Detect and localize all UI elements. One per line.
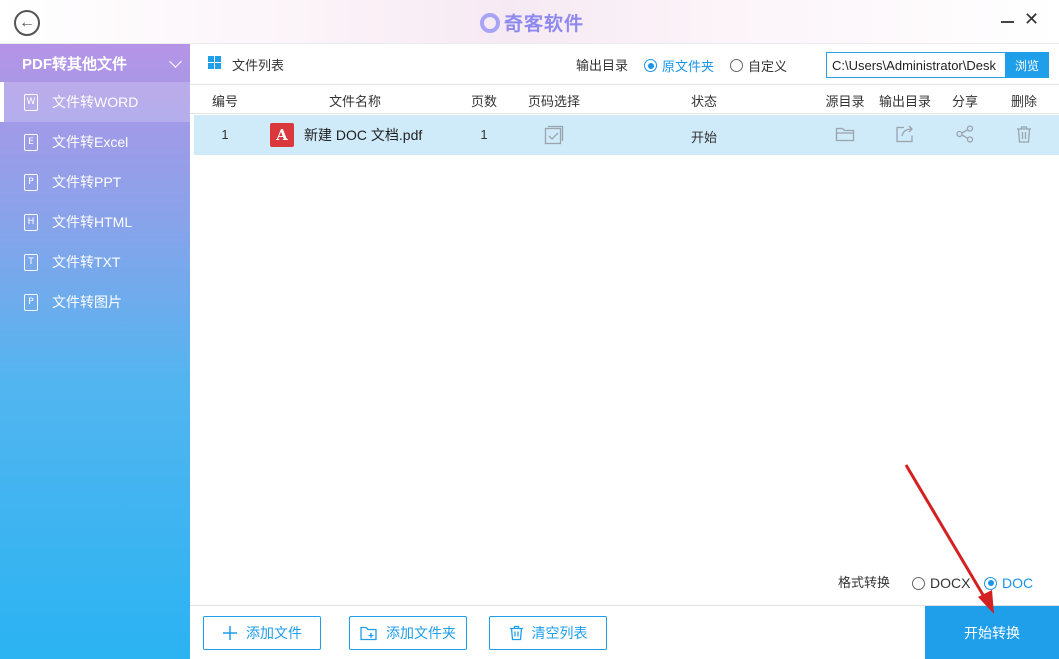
sidebar-item-label: 文件转TXT (52, 254, 121, 270)
trash-icon[interactable] (1015, 125, 1033, 143)
filename-text: 新建 DOC 文档.pdf (304, 127, 423, 143)
format-label: 格式转换 (838, 575, 891, 590)
image-file-icon: P (24, 293, 38, 311)
close-icon[interactable]: ✕ (1024, 10, 1039, 28)
footer-bar: 添加文件 添加文件夹 清空列表 开始转换 (190, 605, 1059, 659)
file-list-title: 文件列表 (232, 58, 285, 73)
radio-label: DOC (1002, 575, 1034, 591)
add-file-label: 添加文件 (246, 625, 302, 641)
trash-icon (509, 625, 523, 641)
add-folder-label: 添加文件夹 (386, 625, 456, 641)
sidebar-item-label: 文件转PPT (52, 174, 122, 190)
table-row[interactable]: 1 A 新建 DOC 文档.pdf 1 开始 (194, 115, 1059, 155)
logo-text: 奇客软件 (504, 14, 585, 35)
toolbar: 文件列表 输出目录 原文件夹 自定义 浏览 (190, 44, 1059, 84)
radio-label: 原文件夹 (662, 59, 715, 74)
folder-add-icon (360, 626, 377, 641)
radio-selected-icon (984, 576, 997, 590)
excel-file-icon: E (24, 133, 38, 151)
col-status: 状态 (690, 94, 718, 109)
add-file-button[interactable]: 添加文件 (203, 616, 321, 650)
checkbox-icon[interactable] (544, 125, 564, 145)
app-logo: 奇客软件 (480, 9, 584, 36)
sidebar-item-label: 文件转Excel (52, 134, 129, 150)
sidebar: PDF转其他文件 W 文件转WORD E 文件转Excel P 文件转PPT H… (0, 44, 190, 659)
txt-file-icon: T (24, 253, 38, 271)
add-folder-button[interactable]: 添加文件夹 (349, 616, 467, 650)
sidebar-item-label: 文件转图片 (52, 294, 122, 310)
row-status[interactable]: 开始 (691, 127, 717, 146)
clear-list-label: 清空列表 (531, 625, 588, 641)
plus-icon (223, 626, 237, 640)
logo-icon (480, 12, 500, 33)
radio-original-folder[interactable]: 原文件夹 (644, 56, 714, 75)
minimize-icon[interactable] (1001, 21, 1014, 23)
col-source-dir: 源目录 (825, 94, 865, 109)
row-pages: 1 (480, 127, 488, 142)
folder-icon[interactable] (835, 125, 855, 143)
row-index: 1 (221, 127, 229, 142)
radio-selected-icon (644, 59, 657, 72)
radio-unselected-icon (730, 59, 743, 72)
radio-doc[interactable]: DOC (984, 575, 1033, 591)
output-dir-label: 输出目录 (576, 58, 629, 73)
sidebar-item-html[interactable]: H 文件转HTML (0, 202, 190, 242)
sidebar-item-excel[interactable]: E 文件转Excel (0, 122, 190, 162)
row-filename: A 新建 DOC 文档.pdf (270, 123, 422, 147)
radio-custom[interactable]: 自定义 (730, 56, 787, 75)
sidebar-item-txt[interactable]: T 文件转TXT (0, 242, 190, 282)
sidebar-item-ppt[interactable]: P 文件转PPT (0, 162, 190, 202)
sidebar-item-label: 文件转HTML (52, 214, 133, 230)
sidebar-item-image[interactable]: P 文件转图片 (0, 282, 190, 322)
ppt-file-icon: P (24, 173, 38, 191)
main-panel: 文件列表 输出目录 原文件夹 自定义 浏览 编号 文件名称 页数 页码选择 状态… (190, 44, 1059, 659)
start-convert-button[interactable]: 开始转换 (925, 606, 1059, 659)
sidebar-header[interactable]: PDF转其他文件 (0, 44, 190, 82)
pdf-icon: A (270, 123, 294, 147)
col-output-dir: 输出目录 (878, 94, 932, 109)
radio-docx[interactable]: DOCX (912, 575, 970, 591)
radio-label: 自定义 (748, 59, 788, 74)
title-bar: ← 奇客软件 ✕ (0, 0, 1059, 44)
grid-icon (208, 56, 221, 69)
col-delete: 删除 (1010, 94, 1038, 109)
chevron-down-icon (169, 54, 182, 68)
sidebar-item-word[interactable]: W 文件转WORD (0, 82, 190, 122)
output-path-input[interactable] (826, 52, 1006, 78)
sidebar-item-label: 文件转WORD (52, 94, 139, 110)
col-index: 编号 (211, 94, 239, 109)
word-file-icon: W (24, 93, 38, 111)
browse-button[interactable]: 浏览 (1005, 52, 1049, 78)
radio-unselected-icon (912, 576, 925, 590)
col-pages: 页数 (470, 94, 498, 109)
radio-label: DOCX (930, 575, 971, 591)
share-icon[interactable] (955, 125, 975, 143)
html-file-icon: H (24, 213, 38, 231)
sidebar-header-label: PDF转其他文件 (22, 55, 128, 73)
table-header: 编号 文件名称 页数 页码选择 状态 源目录 输出目录 分享 删除 (190, 84, 1059, 114)
col-page-select: 页码选择 (527, 94, 581, 109)
col-share: 分享 (951, 94, 979, 109)
export-icon[interactable] (895, 125, 915, 143)
back-icon[interactable]: ← (14, 10, 40, 36)
clear-list-button[interactable]: 清空列表 (489, 616, 607, 650)
col-filename: 文件名称 (328, 94, 382, 109)
